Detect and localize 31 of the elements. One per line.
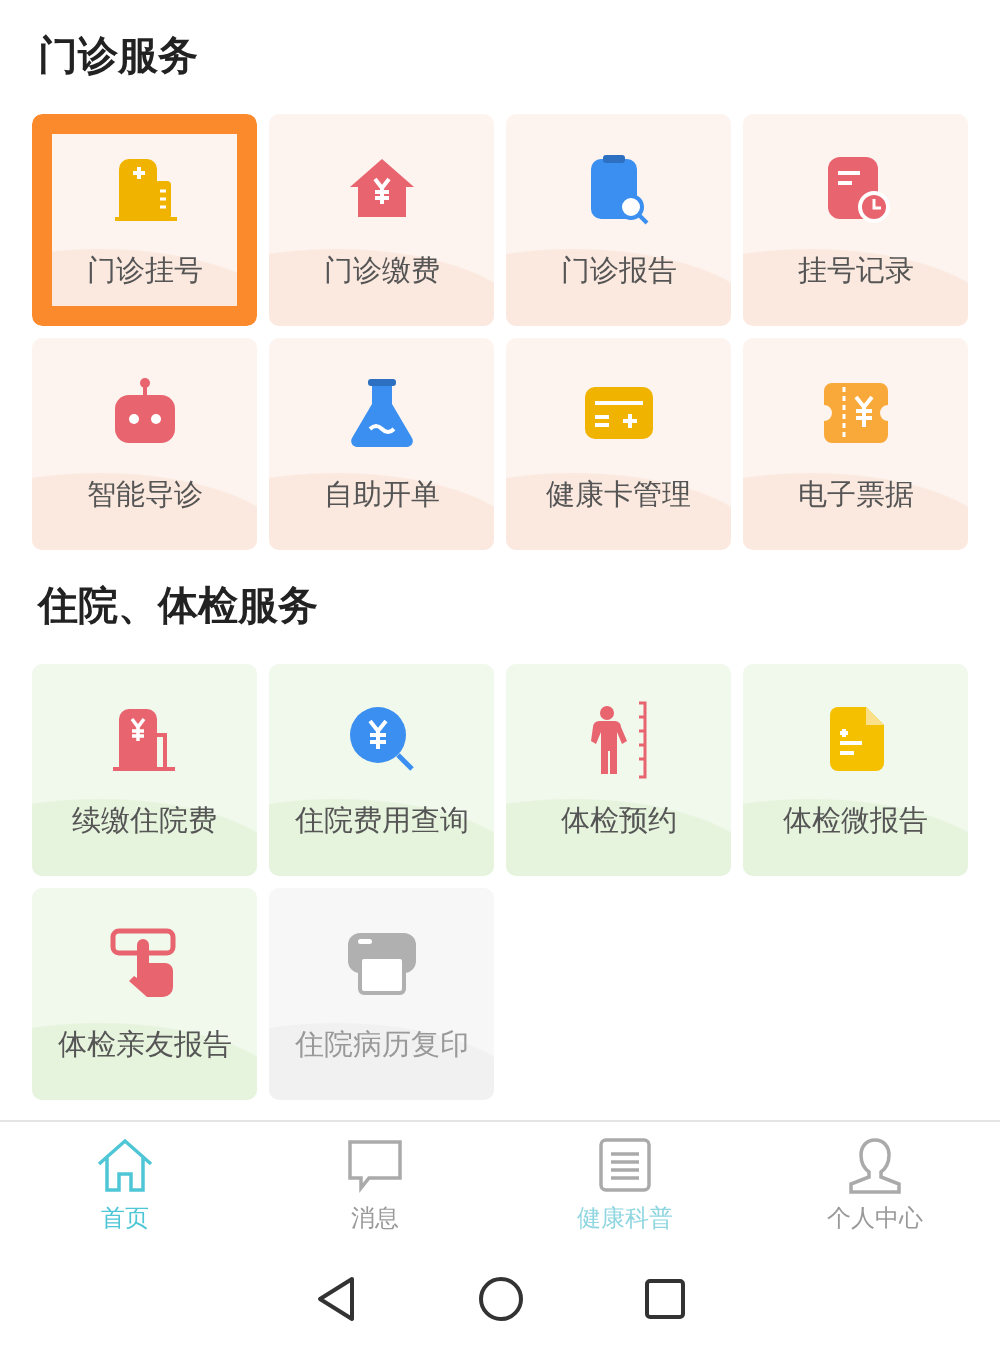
- tile-label: 门诊报告: [560, 252, 677, 289]
- tile-label: 体检微报告: [783, 802, 928, 839]
- service-tile[interactable]: 体检预约: [506, 664, 731, 876]
- service-tile[interactable]: 住院费用查询: [269, 664, 494, 876]
- service-tile[interactable]: 健康卡管理: [506, 338, 731, 550]
- service-tile[interactable]: 自助开单: [269, 338, 494, 550]
- tile-label: 门诊挂号: [86, 252, 203, 289]
- service-tile[interactable]: 门诊报告: [506, 114, 731, 326]
- tile-label: 住院病历复印: [294, 1026, 469, 1063]
- service-tile[interactable]: 体检亲友报告: [32, 888, 257, 1100]
- tile-label: 自助开单: [323, 476, 440, 513]
- section-title: 住院、体检服务: [38, 581, 319, 630]
- tile-label: 门诊缴费: [323, 252, 440, 289]
- tile-label: 挂号记录: [797, 252, 914, 289]
- recents-button[interactable]: [644, 1277, 686, 1320]
- service-tile[interactable]: 挂号记录: [743, 114, 968, 326]
- section-title: 门诊服务: [38, 31, 199, 80]
- tile-label: 健康卡管理: [546, 476, 691, 513]
- service-tile[interactable]: 智能导诊: [32, 338, 257, 550]
- service-tile[interactable]: 门诊挂号: [32, 114, 257, 326]
- service-tile[interactable]: 体检微报告: [743, 664, 968, 876]
- tile-label: 智能导诊: [86, 476, 203, 513]
- tile-label: 电子票据: [797, 476, 914, 513]
- service-tile[interactable]: 电子票据: [743, 338, 968, 550]
- service-tile[interactable]: 门诊缴费: [269, 114, 494, 326]
- service-tile[interactable]: 续缴住院费: [32, 664, 257, 876]
- tile-label: 体检预约: [560, 802, 677, 839]
- home-button[interactable]: [478, 1275, 524, 1322]
- tile-label: 住院费用查询: [294, 802, 469, 839]
- tile-label: 续缴住院费: [72, 802, 217, 839]
- tile-label: 体检亲友报告: [57, 1026, 232, 1063]
